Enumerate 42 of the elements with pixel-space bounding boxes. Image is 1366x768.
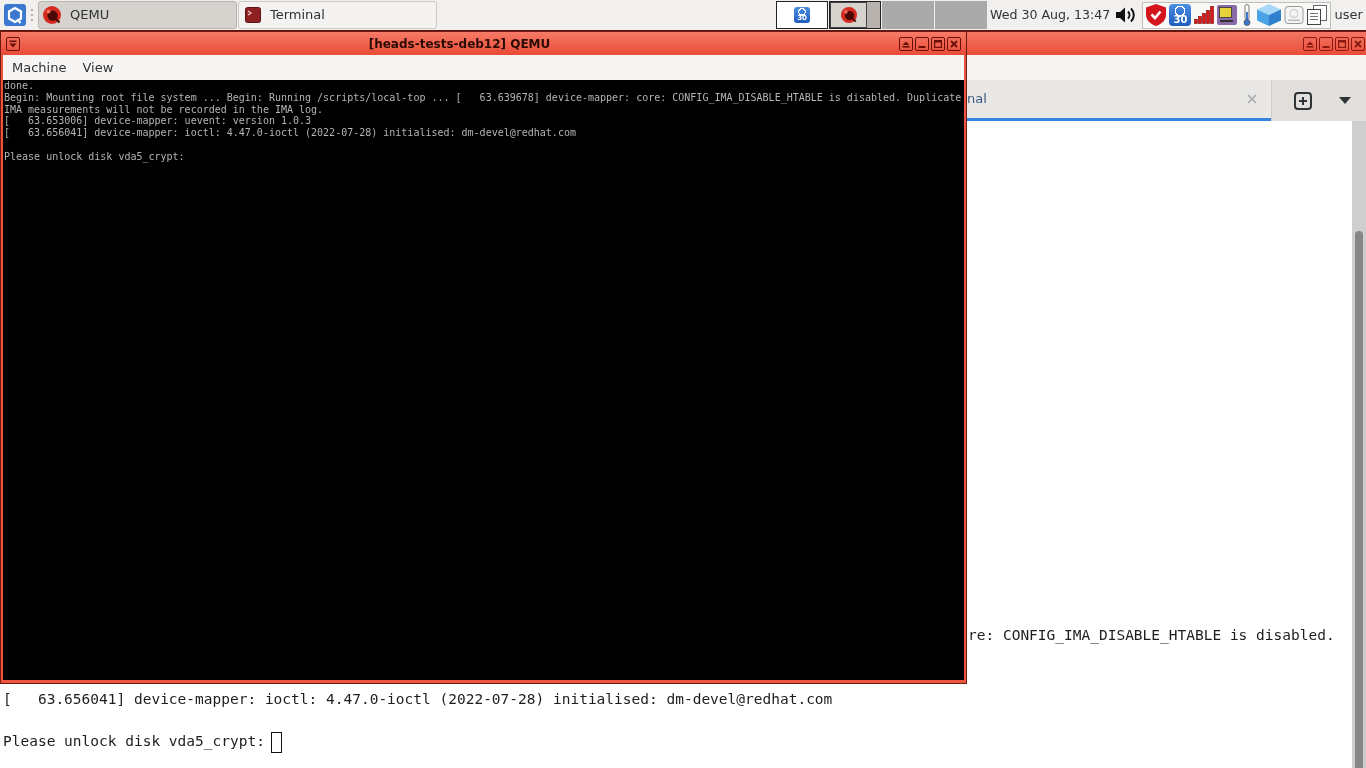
close-icon[interactable]	[947, 36, 961, 51]
documents-icon[interactable]	[1307, 5, 1328, 25]
terminal-line: re: CONFIG_IMA_DISABLE_HTABLE is disabled.	[968, 626, 1335, 646]
ball-icon	[840, 7, 857, 23]
menu-item[interactable]: View	[82, 57, 114, 78]
eject-icon[interactable]	[1303, 36, 1317, 51]
eject-icon[interactable]	[899, 36, 913, 51]
console-prompt: Please unlock disk vda5_crypt:	[4, 150, 185, 163]
minimize-icon[interactable]	[1319, 36, 1333, 51]
console-line: done.	[4, 80, 35, 92]
console-line: [ 63.656041] device-mapper: ioctl: 4.47.0-ioctl (2022-07-28) initialised: dm-devel@redhat.com	[4, 127, 576, 139]
terminal-line: [ 63.656041] device-mapper: ioctl: 4.47.0-ioctl (2022-07-28) initialised: dm-devel@redhat.com	[3, 690, 833, 709]
console-line: Begin: Mounting root file system ... Begin: Running /scripts/local-top ... [ 63.639678] device-mapper: core: CONFIG_IMA_DISABLE_HTABLE is disabled. Duplicate	[4, 91, 962, 104]
tab[interactable]: nal	[967, 80, 1271, 121]
terminal-prompt: Please unlock disk vda5_crypt:	[3, 732, 265, 752]
task-button[interactable]: Terminal	[238, 1, 437, 29]
workspace-cell[interactable]	[829, 1, 881, 29]
logo-icon[interactable]	[4, 4, 26, 26]
maximize-icon[interactable]	[931, 36, 945, 51]
shield-icon[interactable]	[1146, 4, 1167, 26]
workspace-cell[interactable]	[882, 1, 934, 29]
caret-icon[interactable]	[1339, 97, 1351, 104]
console-line: [ 63.653006] device-mapper: uevent: version 1.0.3	[4, 115, 312, 128]
device-icon[interactable]	[1217, 5, 1238, 25]
scrollbar-thumb[interactable]	[1355, 231, 1363, 768]
ball-icon	[43, 6, 61, 24]
window-menu-icon[interactable]	[6, 36, 20, 51]
user-name[interactable]: user	[1334, 5, 1363, 25]
drag-handle-icon[interactable]	[30, 8, 34, 22]
menu-item[interactable]: Machine	[12, 57, 67, 78]
close-icon[interactable]	[1351, 36, 1365, 51]
window-title: [heads-tests-deb12] QEMU	[368, 35, 551, 53]
signal-bars-icon[interactable]	[1194, 6, 1215, 24]
plus-icon[interactable]	[1294, 91, 1312, 110]
console-line: IMA measurements will not be recorded in the IMA log.	[4, 103, 324, 116]
workspace-cell[interactable]	[935, 1, 987, 29]
clock[interactable]: Wed 30 Aug, 13:47	[990, 5, 1111, 25]
terminal-icon	[245, 7, 261, 23]
task-button[interactable]: QEMU	[38, 1, 237, 29]
maximize-icon[interactable]	[1335, 36, 1349, 51]
cube-icon[interactable]	[1257, 4, 1282, 26]
minimize-icon[interactable]	[915, 36, 929, 51]
